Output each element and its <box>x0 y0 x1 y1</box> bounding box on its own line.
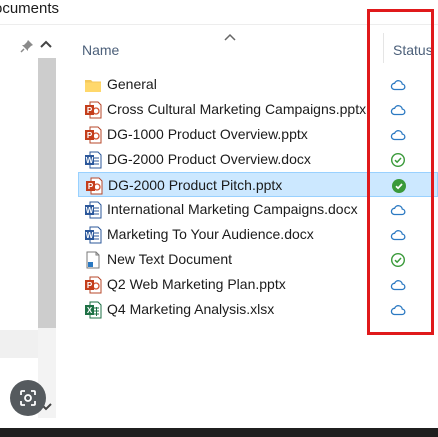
word-file-icon: W <box>85 201 102 219</box>
taskbar-edge <box>0 428 438 437</box>
file-name[interactable]: DG-2000 Product Pitch.pptx <box>108 177 370 193</box>
file-name[interactable]: Q4 Marketing Analysis.xlsx <box>107 301 369 317</box>
nav-item[interactable] <box>0 330 38 358</box>
lens-icon <box>20 390 36 406</box>
file-name[interactable]: International Marketing Campaigns.docx <box>107 201 369 217</box>
file-name[interactable]: Q2 Web Marketing Plan.pptx <box>107 276 369 292</box>
annotation-highlight-box <box>367 9 434 335</box>
word-file-icon: W <box>85 151 102 169</box>
column-header-name[interactable]: Name <box>82 42 119 58</box>
svg-text:X: X <box>87 306 93 315</box>
svg-text:P: P <box>87 106 93 115</box>
powerpoint-file-icon: P <box>85 276 102 294</box>
scroll-up-arrow[interactable] <box>40 39 52 49</box>
file-name[interactable]: DG-1000 Product Overview.pptx <box>107 126 369 142</box>
powerpoint-file-icon: P <box>86 177 103 195</box>
breadcrumb[interactable]: ocuments <box>0 0 59 17</box>
file-name[interactable]: General <box>107 76 369 92</box>
scrollbar-thumb[interactable] <box>38 58 56 328</box>
svg-text:W: W <box>86 156 94 165</box>
file-name[interactable]: Marketing To Your Audience.docx <box>107 226 369 242</box>
svg-text:P: P <box>88 182 94 191</box>
svg-text:P: P <box>87 131 93 140</box>
folder-icon <box>85 80 101 92</box>
powerpoint-file-icon: P <box>85 101 102 119</box>
pin-icon[interactable] <box>20 39 34 53</box>
file-name[interactable]: New Text Document <box>107 251 369 267</box>
file-name[interactable]: Cross Cultural Marketing Campaigns.pptx <box>107 101 369 117</box>
powerpoint-file-icon: P <box>85 126 102 144</box>
text-file-icon <box>86 251 100 269</box>
navigation-pane <box>0 30 60 425</box>
svg-text:W: W <box>86 231 94 240</box>
excel-file-icon: X <box>85 301 102 319</box>
svg-text:W: W <box>86 206 94 215</box>
word-file-icon: W <box>85 226 102 244</box>
sort-ascending-icon <box>224 33 236 41</box>
lens-search-button[interactable] <box>10 380 46 416</box>
scrollbar-track[interactable] <box>38 58 56 418</box>
file-name[interactable]: DG-2000 Product Overview.docx <box>107 151 369 167</box>
svg-text:P: P <box>87 281 93 290</box>
